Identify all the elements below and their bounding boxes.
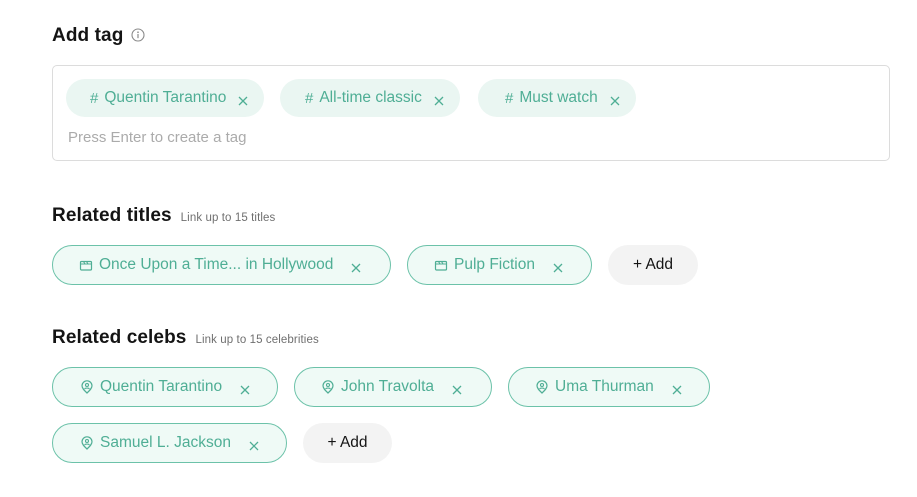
close-icon[interactable] (434, 93, 444, 106)
tag-chip-label: Must watch (519, 89, 598, 106)
add-title-button[interactable]: + Add (608, 245, 698, 285)
related-titles-title: Related titles (52, 205, 172, 226)
related-title-chip: Once Upon a Time... in Hollywood (52, 245, 391, 285)
clapperboard-icon (434, 258, 448, 272)
related-celebs-subtitle: Link up to 15 celebrities (195, 334, 319, 346)
person-pin-icon (80, 380, 94, 394)
tag-chip: # Quentin Tarantino (66, 79, 265, 117)
clapperboard-icon (79, 258, 93, 272)
hashtag-icon: # (505, 89, 514, 107)
hashtag-icon: # (305, 89, 314, 107)
related-celeb-chip: Quentin Tarantino (52, 367, 278, 407)
tag-editor-page: Add tag # Quentin Tarantino # All-time c… (0, 0, 917, 497)
add-tag-heading: Add tag (52, 25, 145, 47)
related-celeb-label: Samuel L. Jackson (100, 434, 231, 451)
close-icon[interactable] (238, 93, 248, 106)
related-celebs-title: Related celebs (52, 327, 187, 348)
close-icon[interactable] (553, 260, 563, 273)
related-celeb-chip: John Travolta (294, 367, 492, 407)
related-title-chip: Pulp Fiction (407, 245, 592, 285)
related-titles-subtitle: Link up to 15 titles (180, 212, 276, 224)
close-icon[interactable] (610, 93, 620, 106)
related-celebs-heading: Related celebs Link up to 15 celebrities (52, 327, 319, 349)
person-pin-icon (321, 380, 335, 394)
person-pin-icon (535, 380, 549, 394)
related-celeb-label: John Travolta (341, 378, 435, 395)
person-pin-icon (80, 436, 94, 450)
add-tag-title: Add tag (52, 25, 124, 46)
close-icon[interactable] (249, 438, 259, 451)
info-icon[interactable] (131, 26, 145, 42)
close-icon[interactable] (240, 382, 250, 395)
related-celeb-chip: Samuel L. Jackson (52, 423, 287, 463)
related-titles-heading: Related titles Link up to 15 titles (52, 205, 275, 227)
close-icon[interactable] (351, 260, 361, 273)
related-celeb-label: Quentin Tarantino (100, 378, 223, 395)
close-icon[interactable] (452, 382, 462, 395)
tag-chip-label: All-time classic (319, 89, 422, 106)
tag-input[interactable] (68, 129, 668, 146)
related-title-label: Pulp Fiction (454, 256, 535, 273)
tag-chip: # All-time classic (280, 79, 460, 117)
close-icon[interactable] (672, 382, 682, 395)
tag-input-box[interactable]: # Quentin Tarantino # All-time classic #… (52, 65, 890, 161)
tag-chip-label: Quentin Tarantino (104, 89, 227, 106)
related-celeb-label: Uma Thurman (555, 378, 654, 395)
hashtag-icon: # (90, 89, 99, 107)
related-title-label: Once Upon a Time... in Hollywood (99, 256, 334, 273)
tag-chip: # Must watch (478, 79, 636, 117)
related-celeb-chip: Uma Thurman (508, 367, 710, 407)
add-celeb-button[interactable]: + Add (303, 423, 392, 463)
